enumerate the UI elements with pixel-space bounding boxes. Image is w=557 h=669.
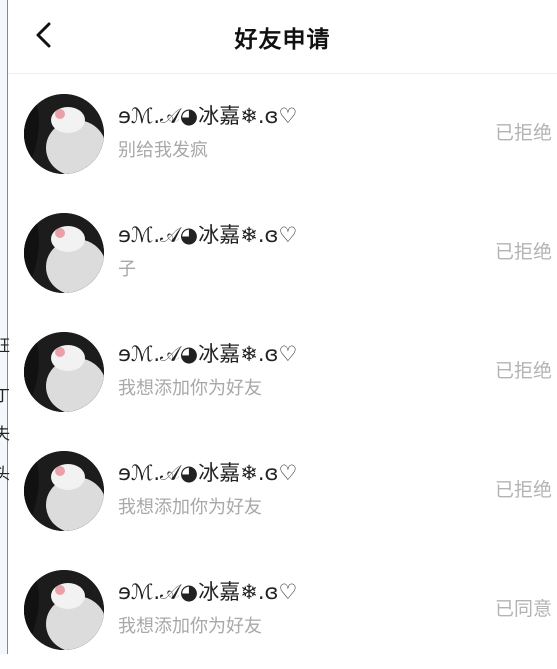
page-title: 好友申请 xyxy=(234,27,331,53)
avatar[interactable] xyxy=(24,451,104,531)
request-message: 别给我发疯 xyxy=(118,140,208,161)
request-status: 已拒绝 xyxy=(495,241,553,263)
request-status: 已拒绝 xyxy=(495,122,553,144)
friend-request-row[interactable]: ɘℳ.𝒜◕冰嘉❄.ɞ♡ 别给我发疯 已拒绝 xyxy=(8,74,557,193)
header-bar: 好友申请 xyxy=(8,0,557,74)
requester-name: ɘℳ.𝒜◕冰嘉❄.ɞ♡ xyxy=(118,342,298,366)
avatar[interactable] xyxy=(24,332,104,412)
friend-request-row[interactable]: ɘℳ.𝒜◕冰嘉❄.ɞ♡ 子 已拒绝 xyxy=(8,193,557,312)
request-message: 子 xyxy=(118,259,136,280)
request-status: 已拒绝 xyxy=(495,479,553,501)
avatar[interactable] xyxy=(24,213,104,293)
friend-request-list: ɘℳ.𝒜◕冰嘉❄.ɞ♡ 别给我发疯 已拒绝 ɘℳ.𝒜◕冰嘉❄.ɞ♡ 子 已拒绝 xyxy=(8,74,557,669)
request-message: 我想添加你为好友 xyxy=(118,378,262,399)
friend-request-row[interactable]: ɘℳ.𝒜◕冰嘉❄.ɞ♡ 我想添加你为好友 已拒绝 xyxy=(8,431,557,550)
request-message: 我想添加你为好友 xyxy=(118,497,262,518)
requester-name: ɘℳ.𝒜◕冰嘉❄.ɞ♡ xyxy=(118,461,298,485)
friend-request-row[interactable]: ɘℳ.𝒜◕冰嘉❄.ɞ♡ 我想添加你为好友 已同意 xyxy=(8,550,557,669)
request-message: 我想添加你为好友 xyxy=(118,616,262,637)
request-status: 已同意 xyxy=(495,598,553,620)
friend-request-row[interactable]: ɘℳ.𝒜◕冰嘉❄.ɞ♡ 我想添加你为好友 已拒绝 xyxy=(8,312,557,431)
requester-name: ɘℳ.𝒜◕冰嘉❄.ɞ♡ xyxy=(118,223,298,247)
request-status: 已拒绝 xyxy=(495,360,553,382)
requester-name: ɘℳ.𝒜◕冰嘉❄.ɞ♡ xyxy=(118,104,298,128)
requester-name: ɘℳ.𝒜◕冰嘉❄.ɞ♡ xyxy=(118,580,298,604)
side-panel-edge: 旺 丁 失 头 xyxy=(0,0,10,654)
avatar[interactable] xyxy=(24,570,104,650)
avatar[interactable] xyxy=(24,94,104,174)
